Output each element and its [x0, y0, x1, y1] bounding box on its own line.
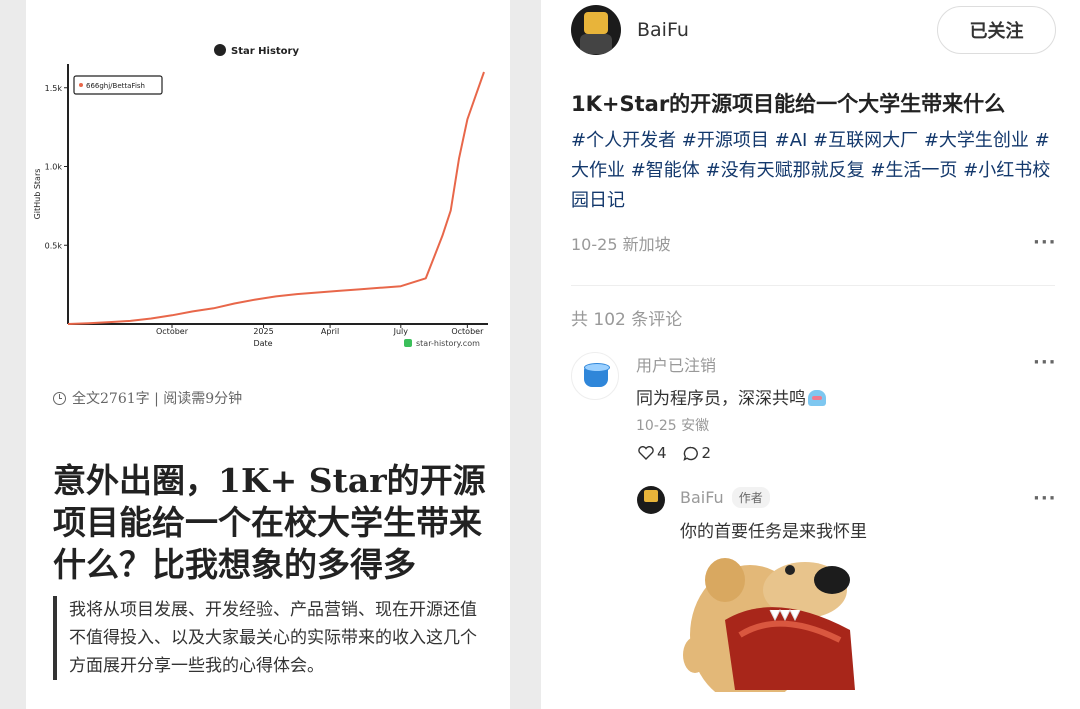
- chart-svg: Star History 0.5k 1.0k 1.5k GitHub Stars Octo…: [33, 44, 488, 348]
- author-name[interactable]: BaiFu: [637, 19, 689, 41]
- article-meta: 全文2761字 | 阅读需9分钟: [53, 388, 242, 408]
- post-meta: 10-25 新加坡: [571, 235, 671, 254]
- series-line: [67, 71, 485, 325]
- author-row[interactable]: BaiFu: [571, 5, 689, 55]
- reply-more-icon[interactable]: ···: [1033, 488, 1057, 509]
- x-tick-label: October: [156, 327, 189, 336]
- github-icon: [214, 44, 226, 56]
- post-tags[interactable]: #个人开发者 #开源项目 #AI #互联网大厂 #大学生创业 #大作业 #智能体…: [571, 126, 1061, 216]
- commenter-avatar[interactable]: [571, 352, 619, 400]
- article-meta-text: 全文2761字 | 阅读需9分钟: [72, 391, 243, 407]
- comment-actions: 4 2: [638, 444, 711, 462]
- comment-meta: 10-25 安徽: [636, 418, 710, 434]
- post-more-icon[interactable]: ···: [1033, 232, 1057, 253]
- commenter-name[interactable]: 用户已注销: [636, 352, 716, 376]
- reply-text: 你的首要任务是来我怀里: [680, 522, 867, 542]
- heart-icon: [638, 446, 654, 460]
- like-count: 4: [657, 444, 667, 462]
- legend-marker: [79, 83, 83, 87]
- x-tick-label: July: [393, 327, 409, 336]
- dog-meme-image[interactable]: [680, 550, 880, 692]
- author-badge: 作者: [731, 487, 770, 508]
- comment-text: 同为程序员，深深共鸣: [636, 384, 826, 409]
- x-tick-label: 2025: [253, 327, 273, 336]
- comment-more-icon[interactable]: ···: [1033, 352, 1057, 373]
- chart-title: Star History: [231, 46, 299, 57]
- y-axis-label: GitHub Stars: [33, 169, 42, 220]
- chart-watermark: star-history.com: [416, 339, 480, 348]
- comment-text-content: 同为程序员，深深共鸣: [636, 389, 806, 409]
- post-detail-panel: BaiFu 已关注 1K+Star的开源项目能给一个大学生带来什么 #个人开发者…: [541, 0, 1080, 709]
- post-title: 1K+Star的开源项目能给一个大学生带来什么: [571, 92, 1006, 116]
- reply-author-name[interactable]: BaiFu: [680, 488, 724, 507]
- star-history-chart: Star History 0.5k 1.0k 1.5k GitHub Stars Octo…: [26, 0, 510, 360]
- comment-bubble-icon: [682, 446, 699, 461]
- comment-count: 共 102 条评论: [571, 310, 683, 330]
- like-button[interactable]: 4: [638, 444, 667, 462]
- reply-author[interactable]: BaiFu 作者: [680, 487, 770, 508]
- emoji-icon: [808, 390, 826, 406]
- x-axis-label: Date: [253, 339, 272, 348]
- drum-icon: [584, 363, 610, 387]
- article-panel: Star History 0.5k 1.0k 1.5k GitHub Stars Octo…: [26, 0, 510, 709]
- clock-icon: [53, 391, 66, 405]
- y-tick-label: 0.5k: [45, 241, 63, 250]
- reply-count: 2: [701, 444, 712, 462]
- article-quote: 我将从项目发展、开发经验、产品营销、现在开源还值不值得投入、以及大家最关心的实际…: [53, 596, 493, 680]
- x-tick-label: October: [451, 327, 484, 336]
- divider: [571, 285, 1055, 286]
- author-avatar[interactable]: [571, 5, 621, 55]
- follow-button[interactable]: 已关注: [937, 6, 1056, 54]
- star-history-logo-icon: [404, 339, 412, 347]
- reply-button[interactable]: 2: [682, 444, 712, 462]
- legend-label: 666ghj/BettaFish: [86, 82, 145, 90]
- x-tick-label: April: [321, 327, 339, 336]
- article-title: 意外出圈，1K+ Star的开源项目能给一个在校大学生带来什么？比我想象的多得多: [53, 461, 486, 584]
- y-tick-label: 1.0k: [45, 163, 63, 172]
- y-tick-label: 1.5k: [45, 84, 63, 93]
- reply-author-avatar[interactable]: [637, 486, 665, 514]
